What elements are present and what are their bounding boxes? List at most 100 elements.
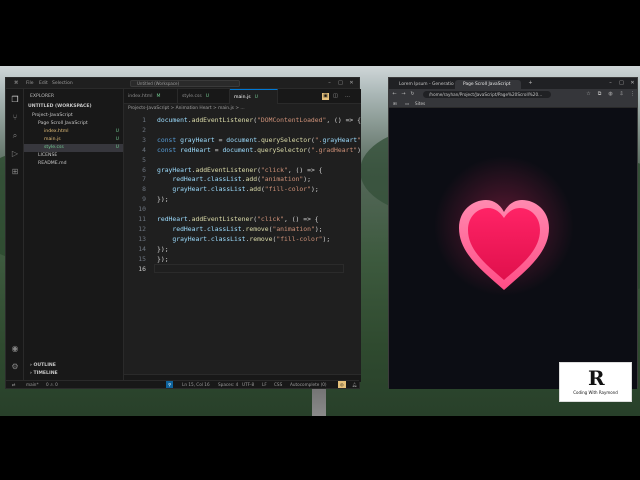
file-index-html[interactable]: index.html U (24, 128, 123, 136)
search-icon[interactable]: ⌕ (10, 131, 20, 141)
code-line[interactable]: document.addEventListener("DOMContentLoa… (157, 116, 361, 124)
heart-canvas (434, 156, 574, 296)
cursor-position[interactable]: Ln 15, Col 16 (182, 382, 210, 387)
tab-style-css[interactable]: style.css U (178, 89, 230, 104)
timeline-section[interactable]: › TIMELINE (24, 370, 123, 378)
apps-grid-icon[interactable]: ⊞ (393, 100, 397, 108)
language-mode[interactable]: CSS (274, 382, 282, 387)
notifications-icon[interactable]: 🔔︎ (352, 382, 357, 388)
code-line[interactable]: grayHeart.addEventListener("click", () =… (157, 166, 323, 174)
browser-tab-page-scroll[interactable]: Page Scroll JavaScript (455, 80, 521, 89)
watermark-text: Coding With Raymond (573, 390, 618, 395)
reload-icon[interactable]: ↻ (409, 91, 416, 98)
code-line[interactable]: }); (157, 195, 169, 203)
code-line[interactable]: }); (157, 245, 169, 253)
source-control-icon[interactable]: ⑂ (10, 113, 20, 123)
status-bar-full: ⇄ main* 0 ⚠ 0 ⚲ Ln 15, Col 16 Spaces: 4 … (6, 380, 359, 388)
outline-section[interactable]: › OUTLINE (24, 362, 123, 370)
explorer-panel: EXPLORER UNTITLED (WORKSPACE) Project-Ja… (24, 89, 124, 382)
minimize-icon[interactable]: – (607, 80, 614, 87)
file-license[interactable]: LICENSE (24, 152, 123, 160)
bookmarks-bar: ⊞ ▭ Sites (389, 100, 637, 108)
profile-icon[interactable]: ◍ (607, 91, 614, 98)
tab-index-html[interactable]: index.html M (124, 89, 178, 104)
file-style-css[interactable]: style.css U (24, 144, 123, 152)
line-number: 13 (138, 234, 146, 243)
code-line[interactable]: const grayHeart = document.querySelector… (157, 136, 361, 144)
line-number: 1 (142, 116, 146, 124)
code-editor[interactable]: 1 document.addEventListener("DOMContentLo… (124, 114, 361, 379)
download-icon[interactable]: ⇩ (618, 91, 625, 98)
line-number: 9 (142, 195, 146, 204)
menu-file[interactable]: File (26, 81, 34, 86)
menu-edit[interactable]: Edit (39, 81, 48, 86)
menu-selection[interactable]: Selection (52, 81, 73, 86)
line-number: 6 (142, 165, 146, 174)
git-branch[interactable]: main* (26, 382, 39, 387)
forward-icon[interactable]: → (400, 91, 407, 98)
more-actions-icon[interactable]: … (344, 93, 351, 100)
extensions-icon[interactable]: ⊞ (10, 167, 20, 177)
vscode-window: ⌘ File Edit Selection Untitled (Workspac… (5, 77, 361, 389)
code-line[interactable]: redHeart.classList.remove("animation"); (157, 225, 322, 233)
minimize-icon[interactable]: – (326, 80, 333, 86)
code-line[interactable]: }); (157, 255, 169, 263)
explorer-icon[interactable]: ❐ (10, 95, 20, 105)
run-debug-icon[interactable]: ▷ (10, 149, 20, 159)
folder-page-scroll[interactable]: Page Scroll JavaScript (24, 120, 123, 128)
explorer-header: EXPLORER (30, 94, 55, 99)
bookmark-star-icon[interactable]: ☆ (585, 91, 592, 98)
code-line[interactable]: redHeart.classList.add("animation"); (157, 175, 311, 183)
new-tab-icon[interactable]: + (527, 80, 534, 87)
line-number: 10 (138, 205, 146, 214)
title-bar: ⌘ File Edit Selection Untitled (Workspac… (6, 78, 359, 89)
line-number: 11 (138, 215, 146, 223)
extensions-icon[interactable]: ⧉ (596, 91, 603, 98)
problems-count[interactable]: 0 ⚠ 0 (46, 382, 58, 387)
autocomplete-status[interactable]: Autocomplete (0) (290, 382, 327, 387)
code-line[interactable]: redHeart.addEventListener("click", () =>… (157, 215, 319, 223)
live-server-icon[interactable]: ◎ (338, 381, 346, 388)
indentation[interactable]: Spaces: 4 (218, 382, 238, 387)
folder-project-javascript[interactable]: Project-JavaScript (24, 112, 123, 120)
tab-main-js[interactable]: main.js U (230, 89, 278, 104)
editor-tabs: index.html M style.css U main.js U ▣ ◫ … (124, 89, 361, 104)
settings-gear-icon[interactable]: ⚙ (10, 362, 20, 372)
code-line[interactable]: grayHeart.classList.add("fill-color"); (157, 185, 318, 193)
watermark-logo: R (588, 366, 605, 390)
split-editor-icon[interactable]: ◫ (332, 93, 339, 100)
browser-toolbar: ← → ↻ /home/rayhan/Project/JavaScript/Pa… (389, 89, 637, 100)
browser-tab-lorem[interactable]: Lorem Ipsum - Generatio (391, 80, 454, 89)
editor-area: index.html M style.css U main.js U ▣ ◫ … Pr… (124, 89, 361, 382)
maximize-icon[interactable]: □ (337, 80, 344, 86)
line-ending[interactable]: LF (262, 382, 267, 387)
address-bar[interactable]: /home/rayhan/Project/JavaScript/Page%20S… (423, 91, 551, 98)
code-line[interactable]: const redHeart = document.querySelector(… (157, 146, 361, 154)
vscode-logo-icon: ⌘ (14, 81, 19, 86)
workspace-title[interactable]: UNTITLED (WORKSPACE) (24, 103, 123, 111)
preview-icon[interactable]: ▣ (322, 93, 329, 100)
menu-kebab-icon[interactable]: ⋮ (629, 91, 636, 98)
line-number: 15 (138, 254, 146, 263)
line-number: 8 (142, 185, 146, 194)
file-readme[interactable]: README.md (24, 160, 123, 168)
line-number: 3 (142, 135, 146, 144)
encoding[interactable]: UTF-8 (242, 382, 254, 387)
remote-icon[interactable]: ⇄ (12, 382, 16, 387)
close-icon[interactable]: ✕ (629, 80, 636, 87)
zoom-indicator[interactable]: ⚲ (166, 381, 174, 388)
account-icon[interactable]: ◉ (10, 344, 20, 354)
code-line[interactable]: grayHeart.classList.remove("fill-color")… (157, 235, 330, 243)
bookmark-sites[interactable]: Sites (415, 100, 425, 108)
file-main-js[interactable]: main.js U (24, 136, 123, 144)
back-icon[interactable]: ← (391, 91, 398, 98)
activity-bar: ❐ ⑂ ⌕ ▷ ⊞ ◉ ⚙ (6, 89, 24, 382)
line-number: 2 (142, 125, 146, 134)
close-icon[interactable]: ✕ (348, 80, 355, 86)
line-number: 7 (142, 175, 146, 184)
folder-icon: ▭ (405, 101, 409, 106)
web-page (389, 108, 637, 389)
maximize-icon[interactable]: □ (618, 80, 625, 87)
breadcrumb[interactable]: Projects-JavaScript > Animation Heart > … (128, 105, 245, 113)
command-center[interactable]: Untitled (Workspace) (130, 80, 240, 87)
